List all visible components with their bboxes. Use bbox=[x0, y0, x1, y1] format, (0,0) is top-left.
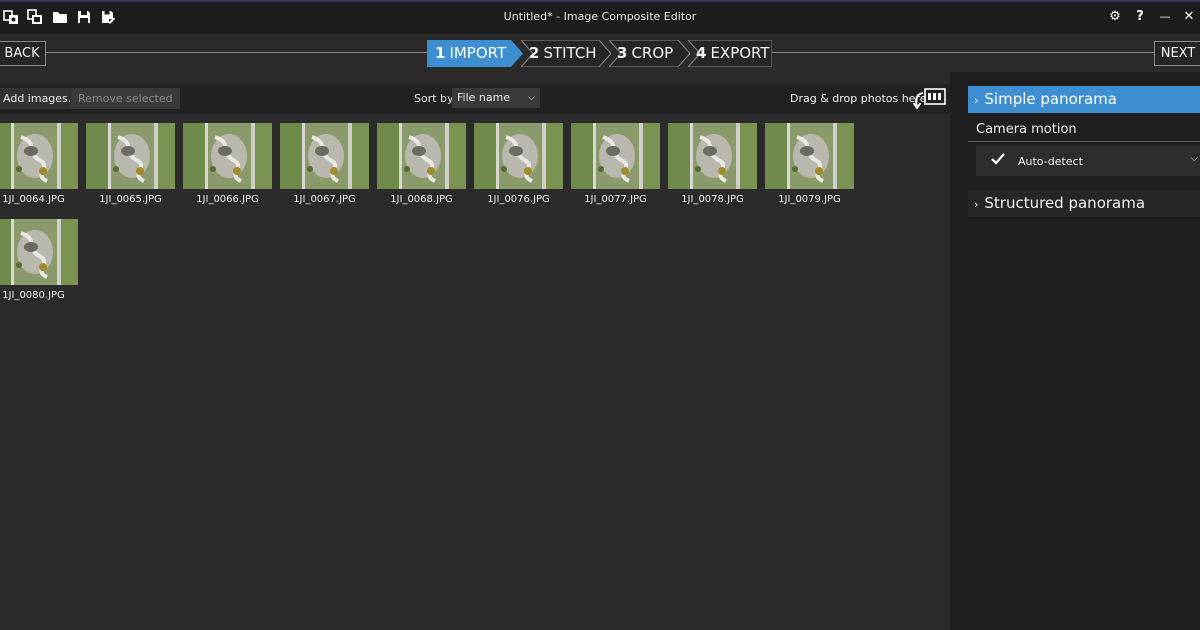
thumbnail-image bbox=[183, 123, 272, 189]
thumbnail-filename: 1JI_0068.JPG bbox=[390, 194, 453, 205]
step-crop-label: CROP bbox=[631, 44, 674, 62]
step-stitch[interactable]: 2 STITCH bbox=[521, 40, 611, 67]
camera-motion-divider bbox=[968, 141, 1200, 142]
simple-panorama-header[interactable]: › Simple panorama bbox=[968, 86, 1200, 113]
thumbnail-image bbox=[377, 123, 466, 189]
drag-drop-photos-icon bbox=[912, 87, 946, 111]
image-thumbnail[interactable]: 1JI_0080.JPG bbox=[0, 210, 78, 301]
camera-motion-select[interactable]: Auto-detect ⌵ bbox=[976, 146, 1200, 176]
step-export-number: 4 bbox=[696, 44, 707, 62]
image-thumbnail[interactable]: 1JI_0078.JPG bbox=[668, 114, 757, 205]
remove-selected-button[interactable]: Remove selected bbox=[71, 88, 180, 109]
step-import-label: IMPORT bbox=[449, 44, 507, 62]
step-import[interactable]: 1 IMPORT bbox=[427, 40, 523, 67]
thumbnail-filename: 1JI_0078.JPG bbox=[681, 194, 744, 205]
image-thumbnail[interactable]: 1JI_0064.JPG bbox=[0, 114, 78, 205]
checkmark-icon bbox=[990, 151, 1006, 167]
step-export[interactable]: 4 EXPORT bbox=[688, 40, 772, 67]
back-button[interactable]: BACK bbox=[0, 41, 46, 66]
thumbnail-filename: 1JI_0080.JPG bbox=[2, 290, 65, 301]
thumbnail-image bbox=[474, 123, 563, 189]
thumbnail-filename: 1JI_0076.JPG bbox=[487, 194, 550, 205]
thumbnail-image bbox=[86, 123, 175, 189]
structured-panorama-header[interactable]: › Structured panorama bbox=[968, 190, 1200, 217]
sort-by-label: Sort by bbox=[414, 92, 454, 105]
image-thumbnail[interactable]: 1JI_0076.JPG bbox=[474, 114, 563, 205]
thumbnail-image bbox=[571, 123, 660, 189]
step-crop-number: 3 bbox=[617, 44, 628, 62]
settings-icon[interactable]: ⚙ bbox=[1106, 8, 1124, 26]
image-thumbnail-grid: 1JI_0064.JPG 1JI_0065.JPG 1JI_0066.JPG 1JI_… bbox=[0, 114, 950, 630]
image-thumbnail[interactable]: 1JI_0077.JPG bbox=[571, 114, 660, 205]
thumbnail-filename: 1JI_0065.JPG bbox=[99, 194, 162, 205]
stitch-settings-panel: › Simple panorama Camera motion Auto-dete… bbox=[950, 72, 1200, 630]
close-icon[interactable]: ✕ bbox=[1180, 8, 1198, 26]
chevron-right-icon: › bbox=[974, 94, 979, 107]
step-stitch-number: 2 bbox=[529, 44, 540, 62]
thumbnail-image bbox=[280, 123, 369, 189]
camera-motion-label: Camera motion bbox=[976, 122, 1077, 137]
help-icon[interactable]: ? bbox=[1131, 8, 1149, 26]
chevron-down-icon: ⌵ bbox=[528, 93, 535, 103]
next-button[interactable]: NEXT bbox=[1154, 41, 1200, 66]
thumbnail-image bbox=[0, 219, 78, 285]
thumbnail-image bbox=[0, 123, 78, 189]
title-bar: Untitled* - Image Composite Editor ⚙ ? —… bbox=[0, 0, 1200, 34]
minimize-icon[interactable]: — bbox=[1156, 8, 1174, 26]
drag-drop-hint: Drag & drop photos here bbox=[790, 92, 927, 105]
structured-panorama-label: Structured panorama bbox=[984, 194, 1146, 212]
sort-by-value: File name bbox=[457, 91, 511, 104]
step-crop[interactable]: 3 CROP bbox=[609, 40, 690, 67]
wizard-step-bar: BACK NEXT 1 IMPORT 2 STITCH 3 CROP 4 EXPORT bbox=[0, 34, 1200, 72]
chevron-right-icon: › bbox=[974, 198, 979, 211]
image-thumbnail[interactable]: 1JI_0065.JPG bbox=[86, 114, 175, 205]
chevron-down-icon: ⌵ bbox=[1190, 153, 1198, 164]
thumbnail-image bbox=[765, 123, 854, 189]
thumbnail-filename: 1JI_0066.JPG bbox=[196, 194, 259, 205]
window-title: Untitled* - Image Composite Editor bbox=[503, 10, 697, 23]
title-bar-accent-line bbox=[0, 0, 1200, 2]
step-connector-left bbox=[46, 52, 427, 53]
import-toolbar: Add images... Remove selected Sort by Fi… bbox=[0, 84, 950, 114]
camera-motion-value: Auto-detect bbox=[1018, 155, 1083, 168]
thumbnail-filename: 1JI_0079.JPG bbox=[778, 194, 841, 205]
step-export-label: EXPORT bbox=[710, 44, 770, 62]
step-stitch-label: STITCH bbox=[543, 44, 597, 62]
thumbnail-filename: 1JI_0064.JPG bbox=[2, 194, 65, 205]
thumbnail-filename: 1JI_0077.JPG bbox=[584, 194, 647, 205]
step-import-number: 1 bbox=[435, 44, 446, 62]
image-thumbnail[interactable]: 1JI_0066.JPG bbox=[183, 114, 272, 205]
simple-panorama-label: Simple panorama bbox=[984, 90, 1117, 108]
image-thumbnail[interactable]: 1JI_0079.JPG bbox=[765, 114, 854, 205]
step-connector-right bbox=[772, 52, 1154, 53]
thumbnail-filename: 1JI_0067.JPG bbox=[293, 194, 356, 205]
image-thumbnail[interactable]: 1JI_0068.JPG bbox=[377, 114, 466, 205]
image-thumbnail[interactable]: 1JI_0067.JPG bbox=[280, 114, 369, 205]
thumbnail-image bbox=[668, 123, 757, 189]
sort-by-select[interactable]: File name ⌵ bbox=[452, 88, 540, 108]
